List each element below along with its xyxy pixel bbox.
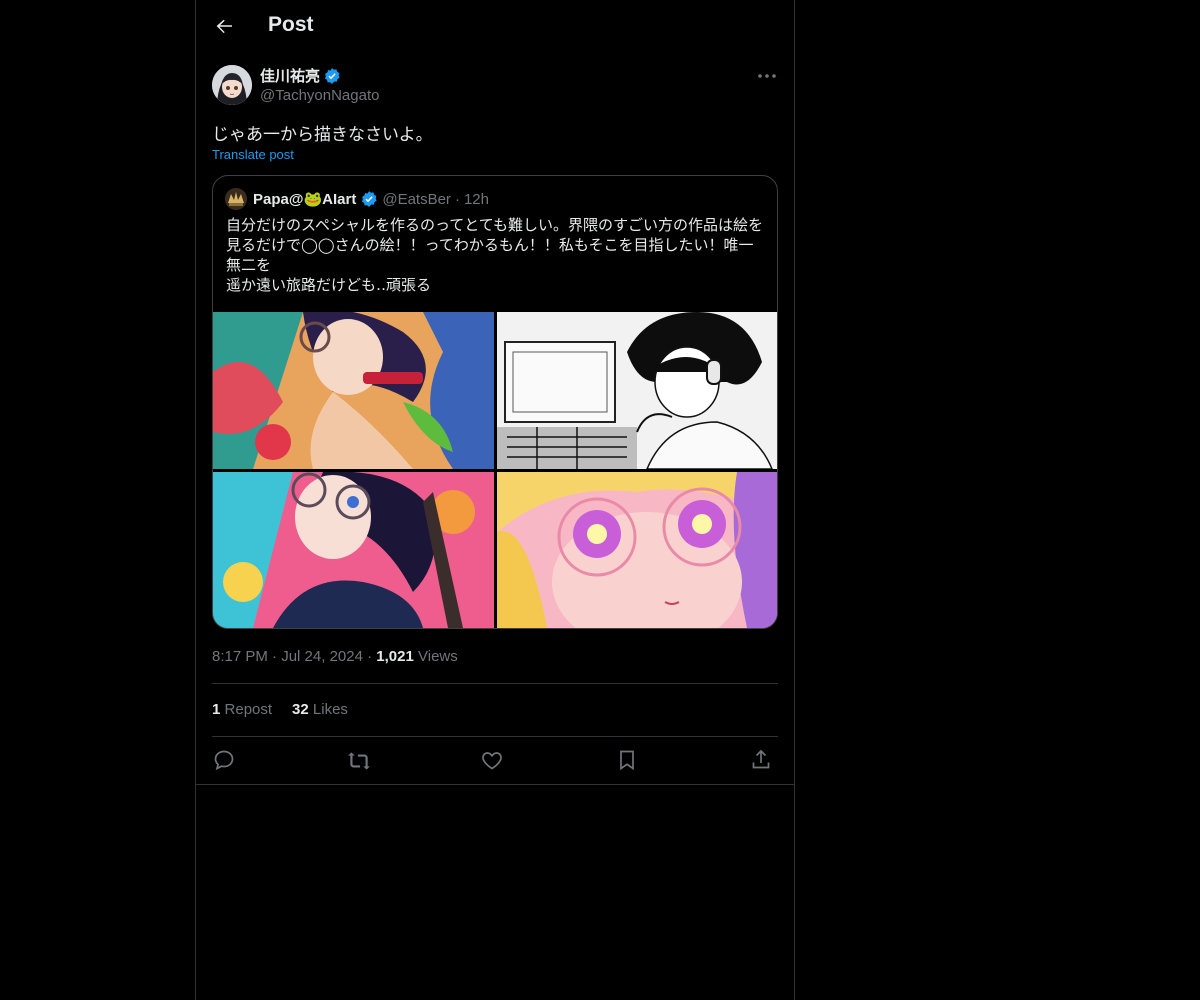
media-image[interactable] [213, 472, 494, 628]
like-icon[interactable] [480, 748, 506, 774]
quote-timestamp[interactable]: 12h [464, 191, 489, 208]
post-text: じゃあ一から描きなさいよ。 [212, 125, 433, 144]
post-column: Post 佳川祐亮 @TachyonNagato じゃあ一から描きなさいよ。 T… [195, 0, 795, 1000]
post-metadata: 8:17 PM · Jul 24, 2024 · 1,021 Views [212, 648, 458, 665]
likes-count: 32 [292, 701, 309, 718]
repost-icon[interactable] [346, 748, 372, 774]
likes-stat[interactable]: 32 Likes [292, 701, 348, 718]
quote-author-name[interactable]: Papa@🐸AIart [253, 190, 356, 208]
reply-icon[interactable] [212, 748, 238, 774]
reposts-count: 1 [212, 701, 221, 718]
quote-avatar[interactable] [225, 188, 247, 210]
bookmark-icon[interactable] [615, 748, 641, 774]
divider [212, 736, 778, 737]
quote-author-handle[interactable]: @EatsBer [382, 191, 451, 208]
post-stats: 1 Repost 32 Likes [212, 701, 348, 718]
author-name-row[interactable]: 佳川祐亮 [260, 65, 341, 86]
header: Post [196, 0, 794, 53]
quote-media-grid [213, 312, 777, 628]
post-date[interactable]: Jul 24, 2024 [281, 648, 363, 665]
share-icon[interactable] [749, 748, 775, 774]
action-bar [212, 748, 778, 774]
page-title: Post [268, 13, 314, 36]
post-author: 佳川祐亮 @TachyonNagato [212, 64, 778, 108]
avatar[interactable] [212, 65, 252, 105]
translate-post-link[interactable]: Translate post [212, 147, 294, 162]
separator-dot: · [454, 190, 460, 208]
reposts-label: Repost [224, 701, 273, 718]
media-image[interactable] [213, 312, 494, 469]
author-name[interactable]: 佳川祐亮 [260, 65, 320, 86]
verified-badge-icon [360, 190, 378, 208]
separator-dot: · [367, 648, 373, 665]
quote-text: 自分だけのスペシャルを作るのってとても難しい。界隈のすごい方の作品は絵を見るだけ… [226, 217, 764, 294]
divider [196, 784, 794, 785]
arrow-left-icon[interactable] [212, 14, 236, 38]
reposts-stat[interactable]: 1 Repost [212, 701, 272, 718]
views-label: Views [418, 648, 458, 665]
verified-badge-icon [323, 67, 341, 85]
likes-label: Likes [312, 701, 348, 718]
views-count: 1,021 [376, 648, 414, 665]
divider [212, 683, 778, 684]
quote-header: Papa@🐸AIart @EatsBer · 12h [225, 188, 489, 210]
media-image[interactable] [497, 312, 777, 469]
separator-dot: · [272, 648, 278, 665]
author-handle[interactable]: @TachyonNagato [260, 87, 379, 104]
more-options-icon[interactable] [756, 66, 778, 86]
media-image[interactable] [497, 472, 777, 628]
quoted-post[interactable]: Papa@🐸AIart @EatsBer · 12h 自分だけのスペシャルを作る… [212, 175, 778, 629]
post-time[interactable]: 8:17 PM [212, 648, 268, 665]
